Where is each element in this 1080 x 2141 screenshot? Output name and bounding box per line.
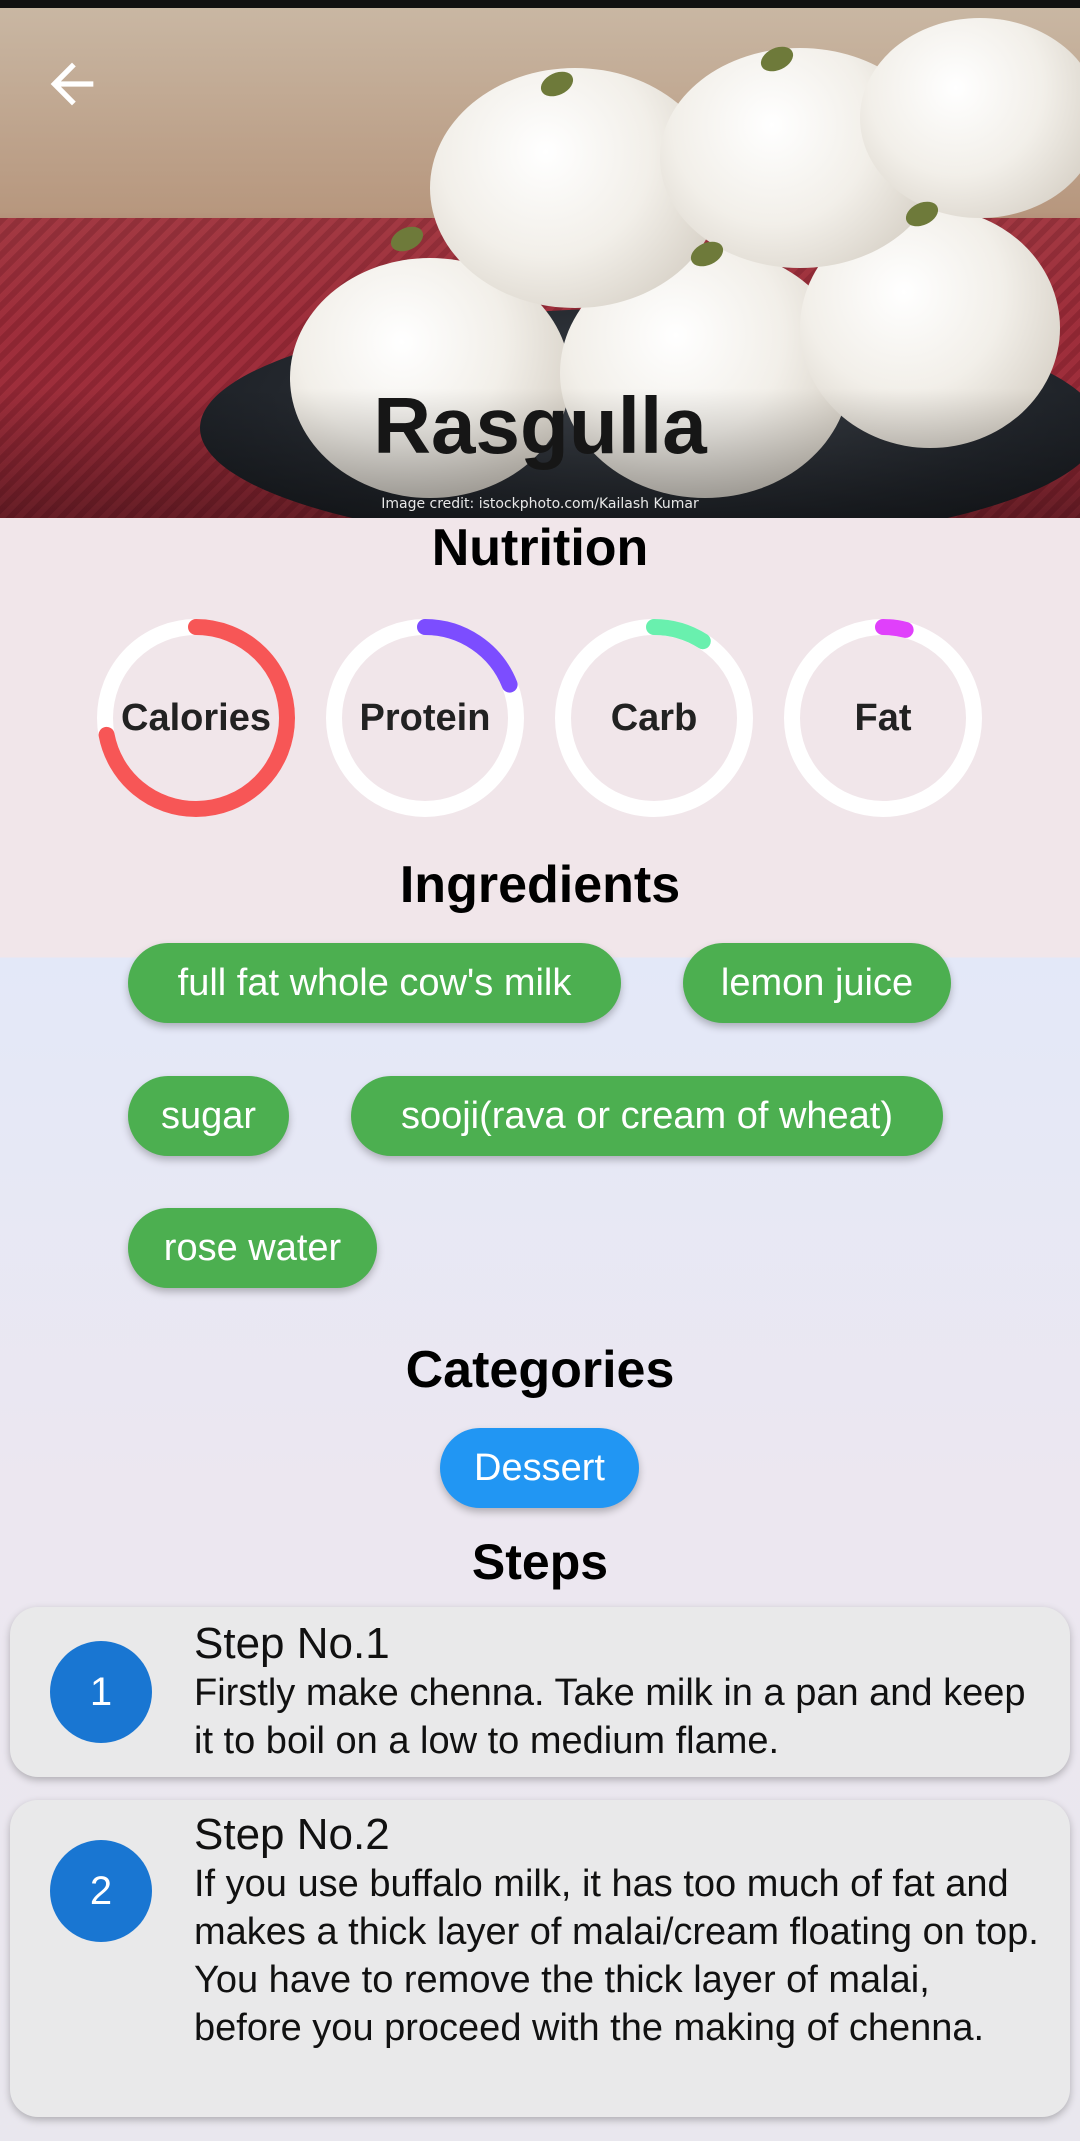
ingredient-chip[interactable]: rose water xyxy=(128,1208,377,1288)
back-button[interactable] xyxy=(40,52,104,116)
step-number-badge: 2 xyxy=(50,1840,152,1942)
image-credit: Image credit: istockphoto.com/Kailash Ku… xyxy=(381,496,699,512)
nutrition-ring-carb: Carb xyxy=(551,615,757,821)
status-bar xyxy=(0,0,1080,8)
ingredient-chip[interactable]: sugar xyxy=(128,1076,289,1156)
nutrition-heading: Nutrition xyxy=(431,519,649,577)
nutrition-label: Fat xyxy=(854,696,912,739)
step-card[interactable]: 1 Step No.1 Firstly make chenna. Take mi… xyxy=(10,1607,1070,1777)
nutrition-label: Carb xyxy=(610,696,698,739)
step-description: If you use buffalo milk, it has too much… xyxy=(194,1863,1039,2049)
ingredients-heading: Ingredients xyxy=(399,856,681,914)
step-title: Step No.2 xyxy=(194,1810,390,1859)
categories-heading: Categories xyxy=(405,1341,675,1399)
recipe-title: Rasgulla xyxy=(373,381,707,470)
ingredient-chip[interactable]: full fat whole cow's milk xyxy=(128,943,621,1023)
ingredient-chip[interactable]: lemon juice xyxy=(683,943,951,1023)
step-description: Firstly make chenna. Take milk in a pan … xyxy=(194,1672,1026,1762)
steps-heading: Steps xyxy=(471,1534,609,1590)
nutrition-ring-calories: Calories xyxy=(93,615,299,821)
category-chip-dessert[interactable]: Dessert xyxy=(440,1428,639,1508)
ingredient-chip[interactable]: sooji(rava or cream of wheat) xyxy=(351,1076,943,1156)
step-title: Step No.1 xyxy=(194,1619,390,1668)
step-number-badge: 1 xyxy=(50,1641,152,1743)
nutrition-label: Protein xyxy=(359,696,491,739)
step-card[interactable]: 2 Step No.2 If you use buffalo milk, it … xyxy=(10,1800,1070,2117)
nutrition-ring-fat: Fat xyxy=(780,615,986,821)
arrow-left-icon xyxy=(50,62,94,106)
nutrition-label: Calories xyxy=(121,696,271,739)
nutrition-ring-protein: Protein xyxy=(322,615,528,821)
